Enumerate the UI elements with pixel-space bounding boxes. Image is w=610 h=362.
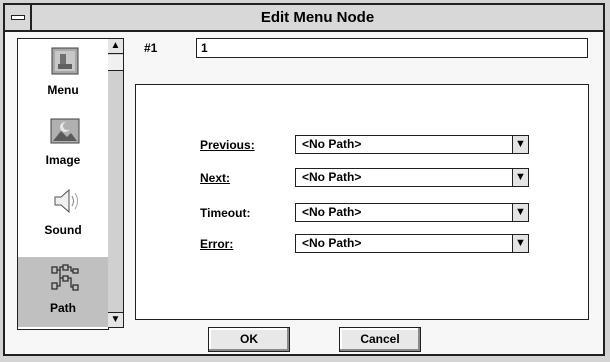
scroll-thumb[interactable] — [108, 55, 123, 71]
next-label: Next: — [200, 171, 231, 185]
sidebar-item-image[interactable]: Image — [18, 109, 108, 179]
arrow-up-icon: ▲ — [110, 40, 121, 51]
previous-label: Previous: — [200, 138, 255, 152]
timeout-label: Timeout: — [200, 206, 251, 220]
menu-icon — [51, 47, 79, 75]
sidebar-item-sound[interactable]: Sound — [18, 179, 108, 249]
path-icon — [51, 264, 79, 291]
sidebar-item-menu[interactable]: Menu — [18, 39, 108, 109]
dropdown-arrow-icon[interactable]: ▼ — [512, 136, 528, 153]
scroll-up-button[interactable]: ▲ — [108, 39, 123, 54]
select-value: <No Path> — [302, 205, 362, 219]
error-label: Error: — [200, 237, 234, 251]
speaker-icon — [54, 188, 78, 214]
sidebar-item-label: Sound — [44, 223, 82, 237]
dropdown-arrow-icon[interactable]: ▼ — [512, 235, 528, 252]
select-value: <No Path> — [302, 170, 362, 184]
scroll-down-button[interactable]: ▼ — [108, 312, 123, 327]
node-type-list: Menu Image Sound Path — [17, 38, 109, 330]
sidebar-item-label: Menu — [47, 83, 79, 97]
select-value: <No Path> — [302, 137, 362, 151]
sidebar-item-path[interactable]: Path — [18, 257, 108, 327]
select-value: <No Path> — [302, 236, 362, 250]
title-bar: Edit Menu Node — [5, 5, 603, 32]
system-menu-button[interactable] — [5, 5, 32, 30]
dropdown-arrow-icon[interactable]: ▼ — [512, 169, 528, 186]
path-settings-panel: Previous: <No Path> ▼ Next: <No Path> ▼ … — [135, 84, 589, 320]
error-path-select[interactable]: <No Path> ▼ — [295, 234, 529, 253]
timeout-path-select[interactable]: <No Path> ▼ — [295, 203, 529, 222]
ok-button[interactable]: OK — [208, 327, 290, 352]
next-path-select[interactable]: <No Path> ▼ — [295, 168, 529, 187]
node-name-field[interactable]: 1 — [196, 38, 588, 58]
sidebar-item-label: Path — [49, 301, 76, 315]
sidebar-item-label: Image — [45, 153, 81, 167]
node-id-label: #1 — [144, 41, 158, 55]
dropdown-arrow-icon[interactable]: ▼ — [512, 204, 528, 221]
arrow-down-icon: ▼ — [110, 314, 121, 325]
window-title: Edit Menu Node — [260, 9, 375, 26]
sidebar-scrollbar[interactable]: ▲ ▼ — [108, 38, 124, 328]
previous-path-select[interactable]: <No Path> ▼ — [295, 135, 529, 154]
system-menu-icon — [11, 15, 25, 20]
cancel-button[interactable]: Cancel — [339, 327, 421, 352]
image-icon — [50, 118, 80, 144]
